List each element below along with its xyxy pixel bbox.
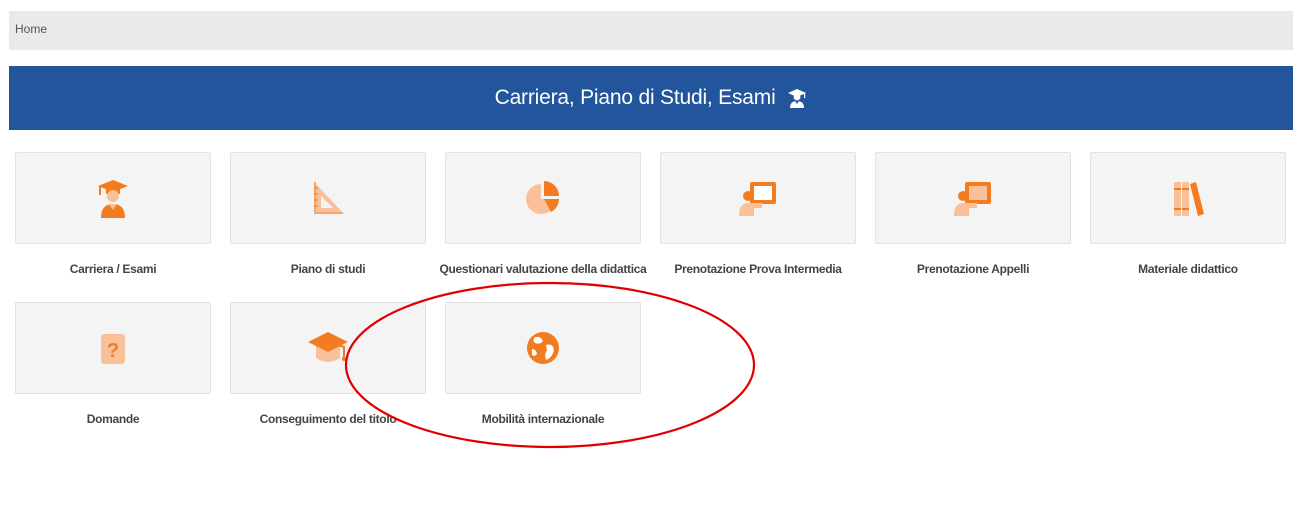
pie-chart-icon [526, 181, 559, 214]
teacher-board-icon [739, 182, 776, 216]
tile-label[interactable]: Carriera / Esami [0, 262, 233, 276]
tile-label[interactable]: Materiale didattico [1068, 262, 1293, 276]
tile-label[interactable]: Prenotazione Appelli [853, 262, 1093, 276]
svg-text:?: ? [107, 340, 119, 362]
question-mark-icon: ? [101, 334, 125, 364]
set-square-ruler-icon [314, 182, 344, 214]
tile-label[interactable]: Mobilità internazionale [423, 412, 663, 426]
tile-label[interactable]: Prenotazione Prova Intermedia [638, 262, 878, 276]
tile-label[interactable]: Piano di studi [208, 262, 448, 276]
tile-conseguimento-del-titolo[interactable] [230, 302, 426, 394]
tile-piano-di-studi[interactable] [230, 152, 426, 244]
tile-questionari[interactable] [445, 152, 641, 244]
globe-icon [527, 332, 559, 364]
tile-materiale-didattico[interactable] [1090, 152, 1286, 244]
books-icon [1174, 182, 1204, 216]
tile-mobilita-internazionale[interactable] [445, 302, 641, 394]
tile-label[interactable]: Questionari valutazione della didattica [423, 262, 663, 276]
graduate-student-icon [788, 89, 807, 109]
tile-prenotazione-appelli[interactable] [875, 152, 1071, 244]
mortarboard-icon [308, 332, 348, 362]
tile-label[interactable]: Conseguimento del titolo [208, 412, 448, 426]
tile-prenotazione-prova-intermedia[interactable] [660, 152, 856, 244]
page-title-banner: Carriera, Piano di Studi, Esami [9, 66, 1293, 130]
tile-label[interactable]: Domande [0, 412, 233, 426]
breadcrumb-home-link[interactable]: Home [15, 22, 47, 36]
tile-carriera-esami[interactable] [15, 152, 211, 244]
breadcrumb: Home [9, 11, 1293, 50]
tile-domande[interactable]: ? [15, 302, 211, 394]
graduate-student-icon [98, 180, 128, 218]
page-title: Carriera, Piano di Studi, Esami [494, 86, 776, 110]
teacher-board-icon [954, 182, 991, 216]
